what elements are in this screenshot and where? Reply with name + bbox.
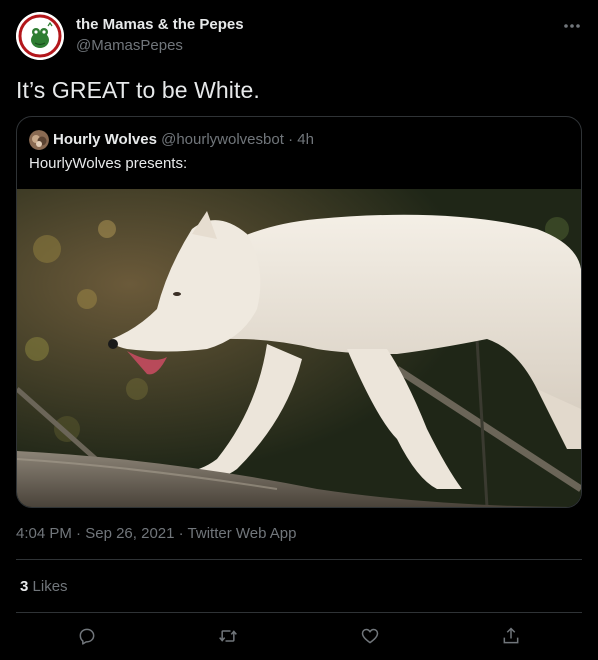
- tweet-source[interactable]: Twitter Web App: [188, 525, 297, 542]
- wolf-avatar-icon: [29, 130, 49, 150]
- tweet-date[interactable]: Sep 26, 2021: [85, 525, 174, 542]
- likes-count: 3: [20, 578, 29, 595]
- retweet-button[interactable]: [211, 622, 245, 650]
- reply-icon: [79, 628, 95, 645]
- divider-top: [16, 559, 582, 560]
- tweet-meta: 4:04 PM · Sep 26, 2021 · Twitter Web App: [16, 525, 297, 542]
- quoted-text: HourlyWolves presents:: [29, 155, 188, 172]
- likes-stat[interactable]: 3 Likes: [20, 578, 68, 595]
- quoted-header: Hourly Wolves @hourlywolvesbot · 4h: [53, 131, 314, 148]
- quoted-time[interactable]: 4h: [297, 131, 314, 148]
- quoted-name[interactable]: Hourly Wolves: [53, 131, 157, 148]
- meta-separator-1: ·: [76, 525, 82, 542]
- frog-avatar-icon: [16, 12, 64, 60]
- more-options-button[interactable]: [556, 12, 588, 40]
- author-avatar[interactable]: [16, 12, 64, 60]
- tweet-text: It’s GREAT to be White.: [16, 77, 260, 103]
- author-handle[interactable]: @MamasPepes: [76, 37, 183, 54]
- like-button[interactable]: [353, 622, 387, 650]
- wolf-photo[interactable]: [17, 189, 581, 507]
- share-button[interactable]: [494, 622, 528, 650]
- quoted-tweet[interactable]: Hourly Wolves @hourlywolvesbot · 4h Hour…: [16, 116, 582, 508]
- quoted-separator: ·: [288, 131, 294, 148]
- wolf-photo-image: [17, 189, 581, 507]
- likes-label: Likes: [32, 578, 68, 595]
- quoted-avatar[interactable]: [29, 130, 49, 150]
- tweet-time[interactable]: 4:04 PM: [16, 525, 72, 542]
- retweet-icon: [219, 630, 237, 642]
- tweet: the Mamas & the Pepes @MamasPepes It’s G…: [0, 0, 598, 660]
- like-icon: [361, 628, 379, 644]
- share-icon: [503, 627, 519, 644]
- quoted-handle[interactable]: @hourlywolvesbot: [161, 131, 284, 148]
- more-icon: [564, 24, 580, 28]
- author-name[interactable]: the Mamas & the Pepes: [76, 16, 244, 33]
- reply-button[interactable]: [70, 622, 104, 650]
- meta-separator-2: ·: [178, 525, 184, 542]
- divider-bottom: [16, 612, 582, 613]
